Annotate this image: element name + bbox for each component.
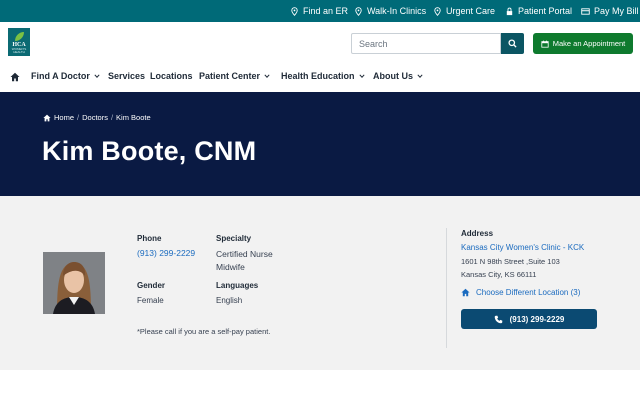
map-pin-icon [291,6,298,16]
map-pin-icon [434,6,441,16]
find-er-link[interactable]: Find an ER [290,0,348,22]
doctor-details: Phone (913) 299-2229 Specialty Certified… [0,196,640,370]
map-pin-icon [355,6,362,16]
make-appointment-button[interactable]: Make an Appointment [533,33,633,54]
breadcrumb: Home / Doctors / Kim Boote [43,113,151,122]
nav-health-education[interactable]: Health Education [281,71,365,81]
home-icon [461,288,470,297]
address-line-1: 1601 N 98th Street ,Suite 103 [461,257,560,266]
pay-bill-link[interactable]: Pay My Bill [581,0,639,22]
home-icon [43,114,51,121]
search-input[interactable] [351,33,501,54]
urgent-care-label: Urgent Care [446,6,496,16]
patient-portal-label: Patient Portal [518,6,573,16]
specialty-label: Specialty [216,234,252,243]
home-icon[interactable] [10,72,20,82]
phone-label: Phone [137,234,162,243]
nav-about-us-label: About Us [373,71,413,81]
specialty-value: Certified Nurse Midwife [216,249,273,272]
chevron-down-icon [358,74,365,78]
breadcrumb-separator: / [77,113,80,122]
nav-patient-center-label: Patient Center [199,71,261,81]
nav-about-us[interactable]: About Us [373,71,423,81]
nav-services[interactable]: Services [108,71,145,81]
patient-portal-link[interactable]: Patient Portal [505,0,572,22]
call-button-label: (913) 299-2229 [509,314,565,324]
gender-label: Gender [137,281,166,290]
address-line-2: Kansas City, KS 66111 [461,270,537,279]
profile-hero: Home / Doctors / Kim Boote Kim Boote, CN… [0,92,640,196]
nav-health-education-label: Health Education [281,71,355,81]
languages-label: Languages [216,281,259,290]
choose-location-link[interactable]: Choose Different Location (3) [461,288,580,297]
choose-location-label: Choose Different Location (3) [476,288,581,297]
calendar-icon [541,40,549,48]
nav-patient-center[interactable]: Patient Center [199,71,270,81]
make-appointment-label: Make an Appointment [552,39,626,48]
hca-logo[interactable]: HCA WOMEN'S HEALTH [8,28,30,56]
phone-link[interactable]: (913) 299-2229 [137,247,195,260]
chevron-down-icon [417,74,423,78]
nav-services-label: Services [108,71,146,81]
address-label: Address [461,229,494,238]
nav-locations-label: Locations [150,71,193,81]
lock-icon [506,7,513,15]
chevron-down-icon [264,74,270,78]
breadcrumb-current: Kim Boote [116,113,151,122]
call-button[interactable]: (913) 299-2229 [461,309,597,329]
logo-subtext: WOMEN'S HEALTH [11,47,27,54]
chevron-down-icon [94,74,100,78]
page-title: Kim Boote, CNM [42,136,257,166]
leaf-icon [14,32,24,41]
utility-bar: Find an ER Walk-In Clinics Urgent Care P… [0,0,640,22]
breadcrumb-separator: / [110,113,114,122]
walk-in-clinics-link[interactable]: Walk-In Clinics [354,0,426,22]
gender-value: Female [137,296,164,305]
credit-card-icon [581,7,590,15]
main-nav: Find A Doctor Services Locations Patient… [0,62,640,92]
search-button[interactable] [501,33,524,54]
find-er-label: Find an ER [303,6,349,16]
search-icon [508,39,517,48]
doctor-photo [43,252,105,314]
column-divider [446,228,447,348]
self-pay-note: *Please call if you are a self-pay patie… [137,327,271,336]
nav-locations[interactable]: Locations [150,71,193,81]
urgent-care-link[interactable]: Urgent Care [433,0,495,22]
phone-icon [494,315,502,323]
languages-value: English [216,296,243,305]
breadcrumb-doctors[interactable]: Doctors [82,113,108,122]
walk-in-clinics-label: Walk-In Clinics [367,6,427,16]
breadcrumb-home[interactable]: Home [54,113,74,122]
pay-bill-label: Pay My Bill [594,6,639,16]
nav-find-doctor[interactable]: Find A Doctor [31,71,100,81]
nav-find-doctor-label: Find A Doctor [31,71,90,81]
clinic-link[interactable]: Kansas City Women's Clinic - KCK [461,243,584,252]
